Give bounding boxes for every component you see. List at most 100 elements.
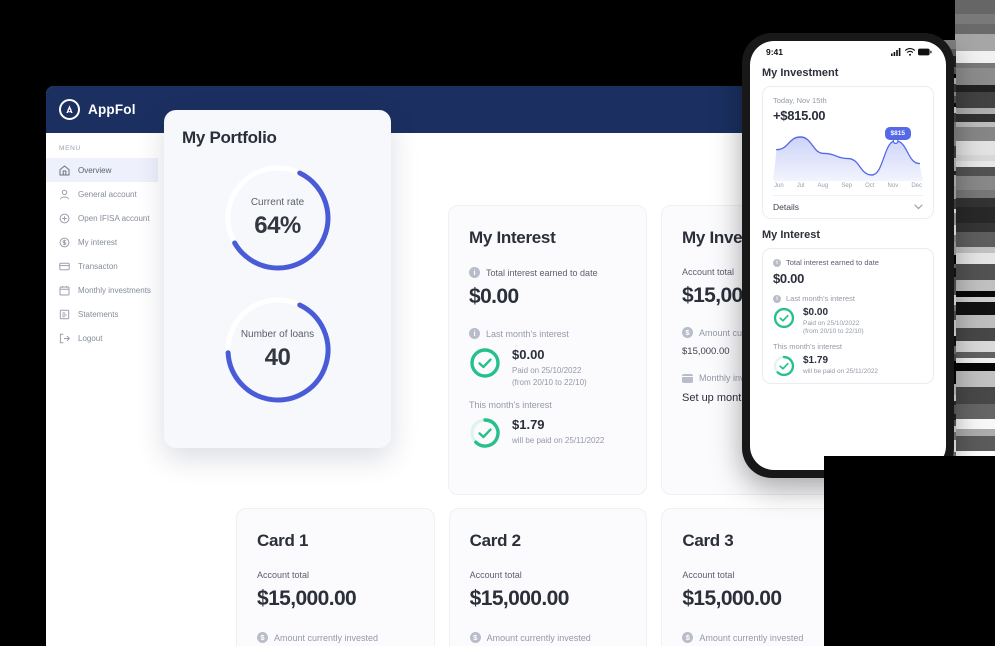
noise-band <box>955 419 995 429</box>
dollar-circle-icon: $ <box>257 632 268 643</box>
sidebar-item-label: My interest <box>78 237 118 247</box>
bottom-card-row: Card 1 Account total $15,000.00 $ Amount cur… <box>236 508 858 646</box>
sidebar-item-label: Overview <box>78 165 112 175</box>
account-card: Card 2 Account total $15,000.00 $ Amount cur… <box>448 508 648 646</box>
sidebar-nav-list: Overview General account Open IFISA accoun… <box>46 158 158 350</box>
phone-last-month-value: $0.00 <box>803 307 829 318</box>
account-total-value: $15,000.00 <box>257 587 357 610</box>
phone-heading-interest: My Interest <box>762 229 821 241</box>
x-tick-label: Sep <box>841 183 853 189</box>
noise-band <box>955 85 995 92</box>
sidebar-item-logout[interactable]: Logout <box>46 326 158 350</box>
sidebar-item-my-interest[interactable]: My interest <box>46 230 158 254</box>
check-circle-pending-icon <box>469 417 501 449</box>
x-tick-label: Dec <box>911 183 922 189</box>
sidebar-item-statements[interactable]: Statements <box>46 302 158 326</box>
sidebar-item-overview[interactable]: Overview <box>46 158 158 182</box>
donut-chart: Current rate 64% <box>222 162 334 274</box>
noise-band <box>955 232 995 247</box>
dollar-circle-icon: $ <box>682 327 693 338</box>
noise-band <box>955 92 995 108</box>
invested-label: Amount currently invested <box>274 632 379 643</box>
x-tick-label: Aug <box>817 183 829 189</box>
cellular-signal-icon <box>891 48 901 56</box>
card-icon <box>59 262 70 270</box>
phone-total-value: $0.00 <box>773 271 805 286</box>
phone-status-bar: 9:41 <box>750 41 946 63</box>
x-tick-label: Oct <box>865 183 875 189</box>
dollar-circle-icon: $ <box>469 632 481 643</box>
sidebar-item-label: Transacton <box>78 261 118 271</box>
donut-center-text: Number of loans 40 <box>222 294 334 406</box>
black-overlay-block <box>824 456 995 646</box>
sidebar-item-general-account[interactable]: General account <box>46 182 158 206</box>
dollar-circle-icon: $ <box>682 632 694 643</box>
this-month-detail: $1.79 will be paid on 25/11/2022 <box>469 417 626 449</box>
card-title: Card 3 <box>682 531 734 550</box>
x-tick-label: Nov <box>887 183 899 189</box>
check-circle-pending-icon <box>773 355 795 377</box>
chart-value-badge: $815 <box>884 127 911 140</box>
total-interest-label: Total interest earned to date <box>486 267 598 278</box>
phone-last-month-paid: Paid on 25/10/2022 <box>803 320 860 327</box>
noise-band <box>955 223 995 232</box>
this-month-text-group: $1.79 will be paid on 25/11/2022 <box>512 417 604 445</box>
invested-label: Amount currently invested <box>486 632 591 643</box>
gauge-label: Current rate <box>250 196 305 208</box>
status-icons <box>891 48 932 56</box>
noise-band <box>955 127 995 141</box>
phone-this-month-note: will be paid on 25/11/2022 <box>803 368 879 375</box>
phone-investment-card: Today, Nov 15th +$815.00 $815 Jun Jul Au… <box>762 86 934 219</box>
sidebar-item-monthly-investments[interactable]: Monthly investments <box>46 278 158 302</box>
sidebar: MENU Overview General account Open IFISA a… <box>46 133 158 646</box>
noise-band <box>955 302 995 315</box>
sidebar-item-open-ifisa-account[interactable]: Open IFISA account <box>46 206 158 230</box>
phone-total-label: Total interest earned to date <box>786 258 879 267</box>
gauge-value: 40 <box>264 343 291 371</box>
noise-band <box>955 68 995 85</box>
info-icon: i <box>469 267 480 278</box>
invested-row: $ Amount currently invested <box>469 632 627 643</box>
phone-this-month-value: $1.79 <box>803 355 829 366</box>
noise-band <box>955 0 995 14</box>
sidebar-item-label: Statements <box>78 309 119 319</box>
sidebar-section-label: MENU <box>59 145 81 152</box>
gauge-value: 64% <box>254 211 301 239</box>
card-title: Card 2 <box>469 531 521 550</box>
this-month-note: will be paid on 25/11/2022 <box>512 436 605 445</box>
x-tick-label: Jul <box>796 183 805 189</box>
person-icon <box>60 189 69 199</box>
this-month-value: $1.79 <box>512 417 545 432</box>
sidebar-item-label: Open IFISA account <box>78 213 150 223</box>
last-month-row: i Last month's interest <box>469 328 626 339</box>
noise-band <box>955 436 995 451</box>
gauge-label: Number of loans <box>240 328 315 340</box>
phone-last-month-text: $0.00 Paid on 25/10/2022 (from 20/10 to … <box>803 307 864 335</box>
my-interest-card: My Interest i Total interest earned to d… <box>448 205 647 495</box>
details-toggle[interactable]: Details <box>773 195 923 212</box>
account-total-label: Account total <box>257 570 310 580</box>
noise-band <box>955 141 995 155</box>
phone-total-row: i Total interest earned to date <box>773 258 923 267</box>
account-card: Card 1 Account total $15,000.00 $ Amount cur… <box>236 508 435 646</box>
sidebar-item-label: Monthly investments <box>78 285 151 295</box>
noise-band <box>955 176 995 190</box>
brand-name: AppFol <box>88 102 136 117</box>
battery-icon <box>918 48 932 56</box>
plus-circle-icon <box>59 213 70 223</box>
info-icon: i <box>469 328 480 339</box>
x-tick-label: Jun <box>774 183 784 189</box>
total-interest-value: $0.00 <box>469 285 519 308</box>
invested-label: Amount currently invested <box>699 632 804 643</box>
gauge-number-of-loans: Number of loans 40 <box>164 294 391 406</box>
noise-band <box>955 341 995 352</box>
calendar-icon <box>682 373 693 383</box>
sidebar-item-transacton[interactable]: Transacton <box>46 254 158 278</box>
document-icon <box>59 309 70 319</box>
portfolio-title: My Portfolio <box>182 128 277 147</box>
brand-logo[interactable]: AppFol <box>59 99 136 120</box>
last-month-text-group: $0.00 Paid on 25/10/2022 (from 20/10 to … <box>512 347 587 387</box>
noise-band <box>955 114 995 122</box>
noise-band <box>955 253 995 264</box>
info-icon: i <box>773 258 781 267</box>
